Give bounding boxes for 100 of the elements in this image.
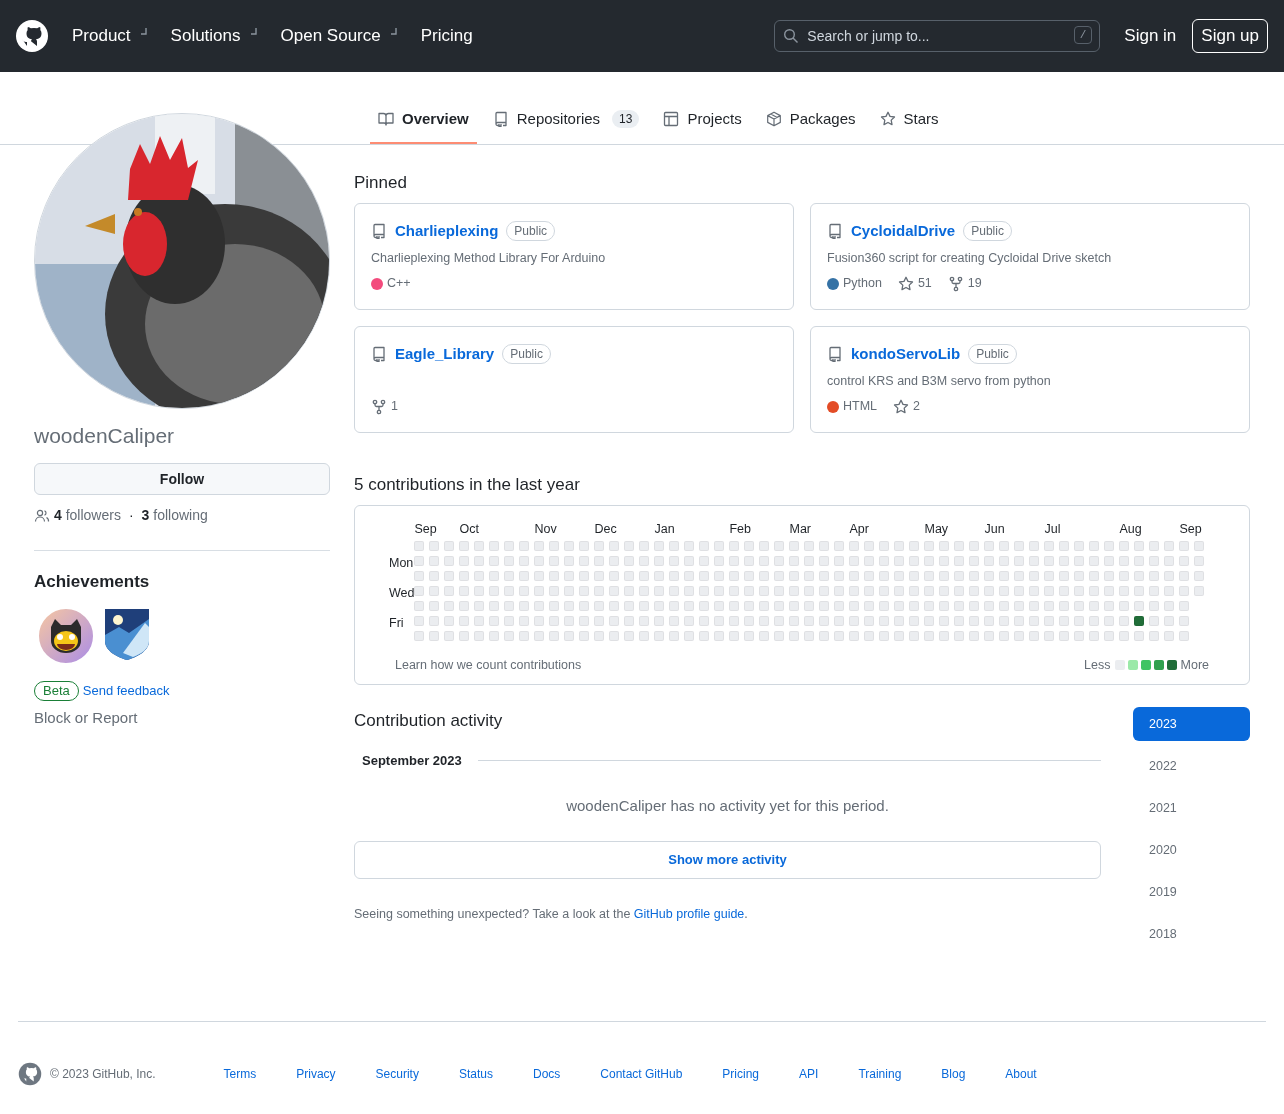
month-label: Nov: [534, 522, 558, 536]
repo-icon: [827, 346, 843, 363]
repo-description: Fusion360 script for creating Cycloidal Drive sketch: [827, 249, 1113, 267]
follow-button[interactable]: Follow: [34, 463, 330, 495]
month-label: Aug: [1119, 522, 1143, 536]
repo-name-link[interactable]: Charlieplexing: [395, 220, 499, 243]
pinned-heading: Pinned: [354, 172, 408, 194]
profile-tab[interactable]: Repositories 13: [484, 96, 648, 144]
forks-link[interactable]: 1: [371, 397, 398, 416]
legend-more-label: More: [1180, 657, 1209, 674]
year-button[interactable]: 2018: [1133, 917, 1250, 951]
repo-icon: [492, 111, 509, 127]
language-name: Python: [843, 275, 882, 293]
language-name: HTML: [843, 398, 878, 416]
star-icon: [897, 275, 914, 292]
footer-link[interactable]: Training: [858, 1065, 902, 1083]
footer-link[interactable]: About: [1005, 1065, 1037, 1083]
caret-icon: [388, 26, 399, 38]
following-link[interactable]: 3 following: [141, 505, 208, 526]
year-button[interactable]: 2023: [1133, 707, 1250, 741]
book-icon: [378, 111, 394, 127]
month-label: May: [924, 522, 950, 536]
month-label: Oct: [459, 522, 480, 536]
year-button[interactable]: 2019: [1133, 875, 1250, 909]
day-label: Fri: [389, 616, 404, 630]
sign-up-button[interactable]: Sign up: [1192, 19, 1268, 53]
repo-icon: [371, 223, 387, 240]
sign-in-link[interactable]: Sign in: [1124, 23, 1177, 49]
block-or-report-link[interactable]: Block or Report: [34, 706, 330, 729]
fork-icon: [371, 398, 387, 415]
year-button[interactable]: 2022: [1133, 749, 1250, 783]
footer-link[interactable]: Privacy: [296, 1065, 336, 1083]
stars-link[interactable]: 2: [893, 397, 920, 416]
repo-name-link[interactable]: Eagle_Library: [395, 343, 495, 366]
search-icon: [783, 28, 800, 44]
count-badge: 13: [612, 110, 640, 128]
day-label: Wed: [389, 586, 415, 600]
achievements-heading: Achievements: [34, 571, 151, 593]
month-label: Dec: [594, 522, 618, 536]
profile-tab[interactable]: Packages: [757, 96, 864, 144]
activity-heading: Contribution activity: [354, 710, 504, 732]
nav-menu-item[interactable]: Product: [72, 23, 149, 49]
repo-description: control KRS and B3M servo from python: [827, 372, 1052, 390]
caret-icon: [248, 26, 259, 38]
repo-name-link[interactable]: kondoServoLib: [851, 343, 961, 366]
table-icon: [663, 111, 680, 127]
month-label: Feb: [729, 522, 753, 536]
stars-link[interactable]: 51: [897, 274, 932, 293]
footer-link[interactable]: Contact GitHub: [600, 1065, 683, 1083]
footer-link[interactable]: Blog: [941, 1065, 966, 1083]
footer-link[interactable]: Docs: [532, 1065, 561, 1083]
shortcut-key: /: [1073, 26, 1093, 44]
nav-menu-item[interactable]: Pricing: [420, 23, 473, 49]
legend-less-label: Less: [1084, 657, 1111, 674]
repo-icon: [371, 346, 387, 363]
repo-name-link[interactable]: CycloidalDrive: [851, 220, 956, 243]
footer-link[interactable]: Status: [458, 1065, 493, 1083]
month-label: Sep: [1179, 522, 1203, 536]
fork-icon: [947, 275, 964, 292]
repo-description: Charlieplexing Method Library For Arduino: [371, 249, 607, 267]
repo-icon: [827, 223, 843, 240]
forks-link[interactable]: 19: [947, 274, 982, 293]
caret-icon: [138, 26, 149, 38]
day-label: Mon: [389, 556, 414, 570]
nav-menu-item[interactable]: Solutions: [170, 23, 259, 49]
star-icon: [893, 398, 910, 415]
followers-link[interactable]: 4 followers: [54, 505, 121, 526]
username: woodenCaliper: [34, 423, 176, 449]
star-icon: [879, 111, 896, 127]
month-label: Jan: [654, 522, 676, 536]
empty-activity-message: woodenCaliper has no activity yet for this period.: [565, 795, 890, 816]
profile-tab[interactable]: Overview: [370, 96, 477, 144]
footer-link[interactable]: Terms: [223, 1065, 257, 1083]
achievement-badge-icon: [37, 606, 95, 665]
month-label: Jun: [984, 522, 1006, 536]
nav-menu-item[interactable]: Open Source: [280, 23, 399, 49]
footer-link[interactable]: API: [799, 1065, 819, 1083]
github-logo-icon: [16, 20, 48, 52]
contributions-heading: 5 contributions in the last year: [354, 474, 581, 496]
footer-link[interactable]: Security: [375, 1065, 419, 1083]
show-more-button[interactable]: Show more activity: [354, 841, 1101, 879]
language-name: C++: [387, 275, 411, 293]
profile-tab[interactable]: Stars: [871, 96, 947, 144]
people-icon: [34, 507, 50, 524]
learn-contributions-link[interactable]: Learn how we count contributions: [395, 656, 582, 675]
month-label: Jul: [1044, 522, 1062, 536]
profile-guide-hint: Seeing something unexpected? Take a look at the GitHub profile guide.: [354, 906, 749, 923]
month-label: Apr: [849, 522, 870, 536]
send-feedback-link[interactable]: Send feedback: [82, 680, 170, 701]
github-logo-icon: [18, 1062, 42, 1086]
package-icon: [765, 111, 782, 127]
year-button[interactable]: 2020: [1133, 833, 1250, 867]
footer-link[interactable]: Pricing: [722, 1065, 760, 1083]
month-label: Mar: [789, 522, 812, 536]
month-label: Sep: [414, 522, 438, 536]
profile-tab[interactable]: Projects: [655, 96, 750, 144]
achievement-badge-icon: [103, 606, 151, 661]
month-heading: September 2023: [362, 752, 462, 770]
year-button[interactable]: 2021: [1133, 791, 1250, 825]
copyright-text: © 2023 GitHub, Inc.: [50, 1066, 156, 1083]
